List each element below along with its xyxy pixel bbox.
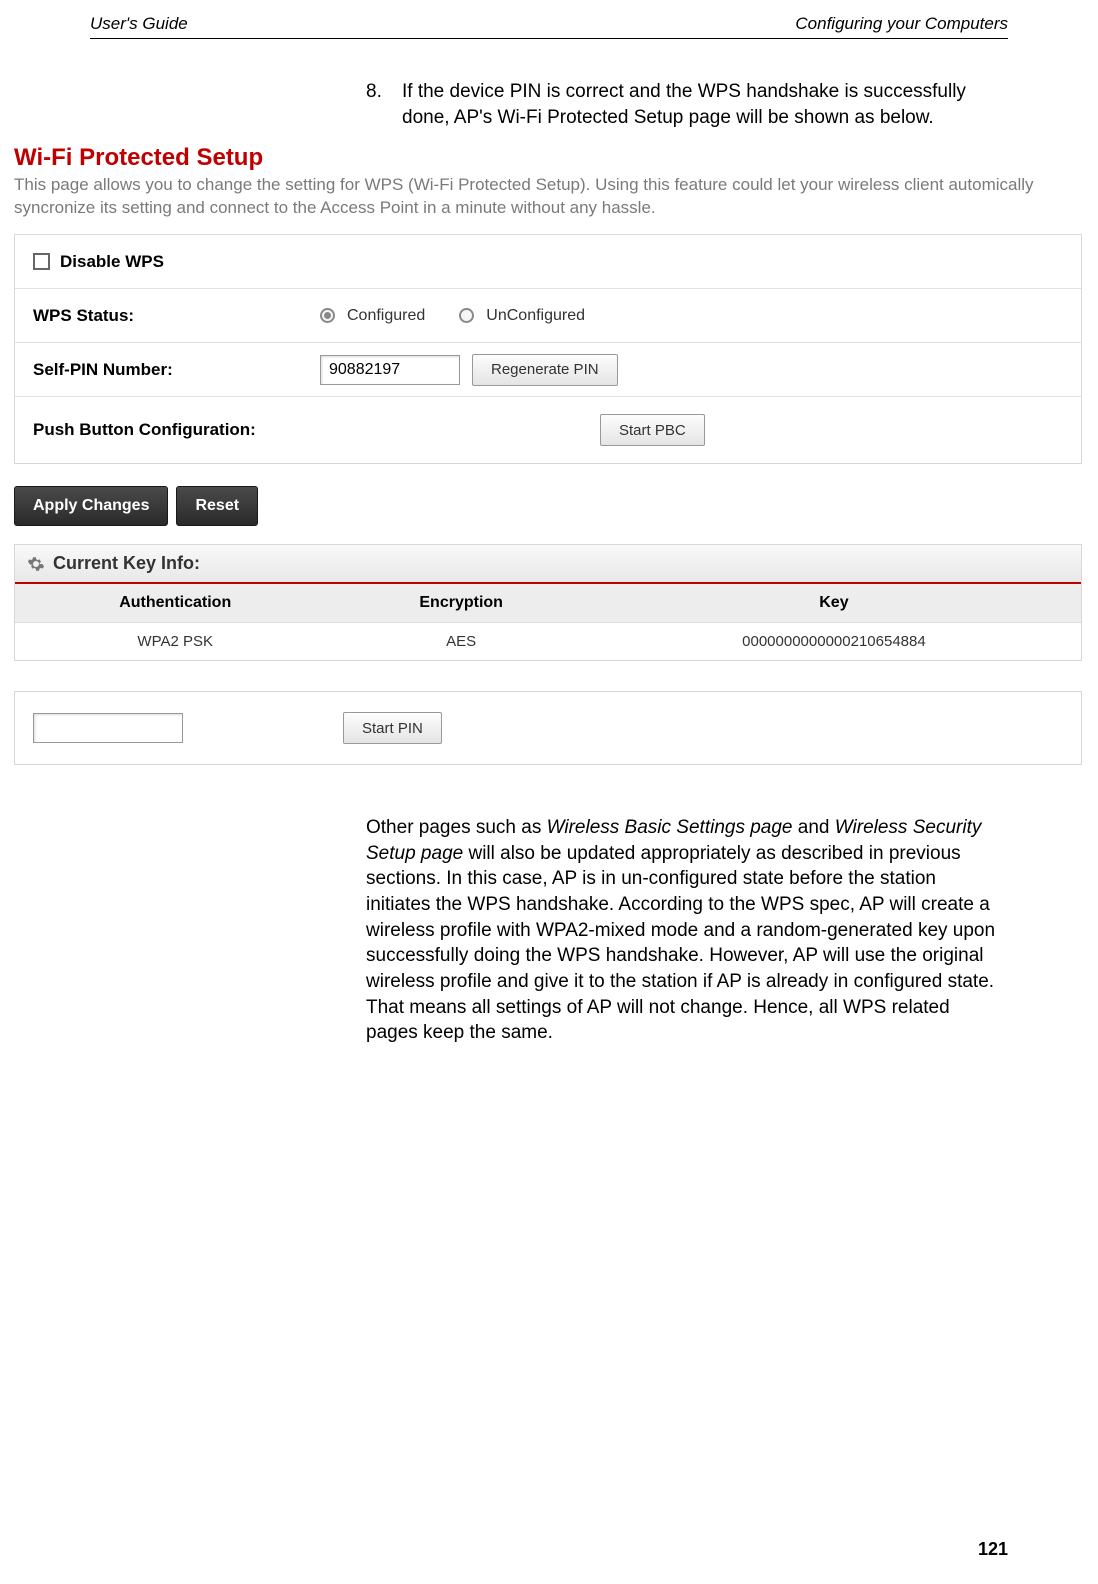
regenerate-pin-button[interactable]: Regenerate PIN (472, 354, 618, 386)
radio-configured-label: Configured (347, 307, 425, 325)
start-pin-button[interactable]: Start PIN (343, 712, 442, 744)
wps-description: This page allows you to change the setti… (8, 172, 1088, 234)
step-8: 8. If the device PIN is correct and the … (366, 79, 986, 130)
client-pin-row: Start PIN (14, 691, 1082, 765)
apply-changes-button[interactable]: Apply Changes (14, 486, 168, 526)
disable-wps-label: Disable WPS (15, 242, 310, 282)
page-header: User's Guide Configuring your Computers (90, 0, 1008, 39)
self-pin-row: Self-PIN Number: Regenerate PIN (15, 343, 1081, 397)
reset-button[interactable]: Reset (176, 486, 258, 526)
wps-status-row: WPS Status: Configured UnConfigured (15, 289, 1081, 343)
cell-auth: WPA2 PSK (15, 623, 335, 661)
wps-title: Wi-Fi Protected Setup (8, 140, 1088, 172)
table-row: WPA2 PSK AES 0000000000000210654884 (15, 623, 1081, 661)
wps-config-table: Disable WPS WPS Status: Configured UnCon… (14, 234, 1082, 464)
client-pin-input[interactable] (33, 713, 183, 743)
pbc-label: Push Button Configuration: (15, 410, 310, 450)
key-info-header: Current Key Info: (15, 545, 1081, 584)
start-pbc-button[interactable]: Start PBC (600, 414, 705, 446)
cell-enc: AES (335, 623, 586, 661)
radio-unconfigured-label: UnConfigured (486, 307, 585, 325)
col-auth: Authentication (15, 584, 335, 623)
disable-wps-text: Disable WPS (60, 252, 164, 272)
self-pin-input[interactable] (320, 355, 460, 385)
page-number: 121 (978, 1539, 1008, 1560)
followup-paragraph: Other pages such as Wireless Basic Setti… (366, 815, 996, 1046)
step-number: 8. (366, 79, 402, 130)
wps-status-label: WPS Status: (15, 296, 310, 336)
gear-icon (27, 555, 45, 573)
cell-key: 0000000000000210654884 (587, 623, 1081, 661)
radio-unconfigured[interactable] (459, 308, 474, 323)
self-pin-label: Self-PIN Number: (15, 350, 310, 390)
wps-screenshot: Wi-Fi Protected Setup This page allows y… (8, 140, 1088, 765)
step-text: If the device PIN is correct and the WPS… (402, 79, 986, 130)
key-info-panel: Current Key Info: Authentication Encrypt… (14, 544, 1082, 661)
action-bar: Apply Changes Reset (14, 486, 1082, 526)
pbc-row: Push Button Configuration: Start PBC (15, 397, 1081, 463)
radio-configured[interactable] (320, 308, 335, 323)
disable-wps-row: Disable WPS (15, 235, 1081, 289)
col-key: Key (587, 584, 1081, 623)
header-left: User's Guide (90, 14, 188, 34)
col-enc: Encryption (335, 584, 586, 623)
key-info-title: Current Key Info: (53, 553, 200, 574)
header-right: Configuring your Computers (795, 14, 1008, 34)
key-info-table: Authentication Encryption Key WPA2 PSK A… (15, 584, 1081, 660)
disable-wps-checkbox[interactable] (33, 253, 50, 270)
